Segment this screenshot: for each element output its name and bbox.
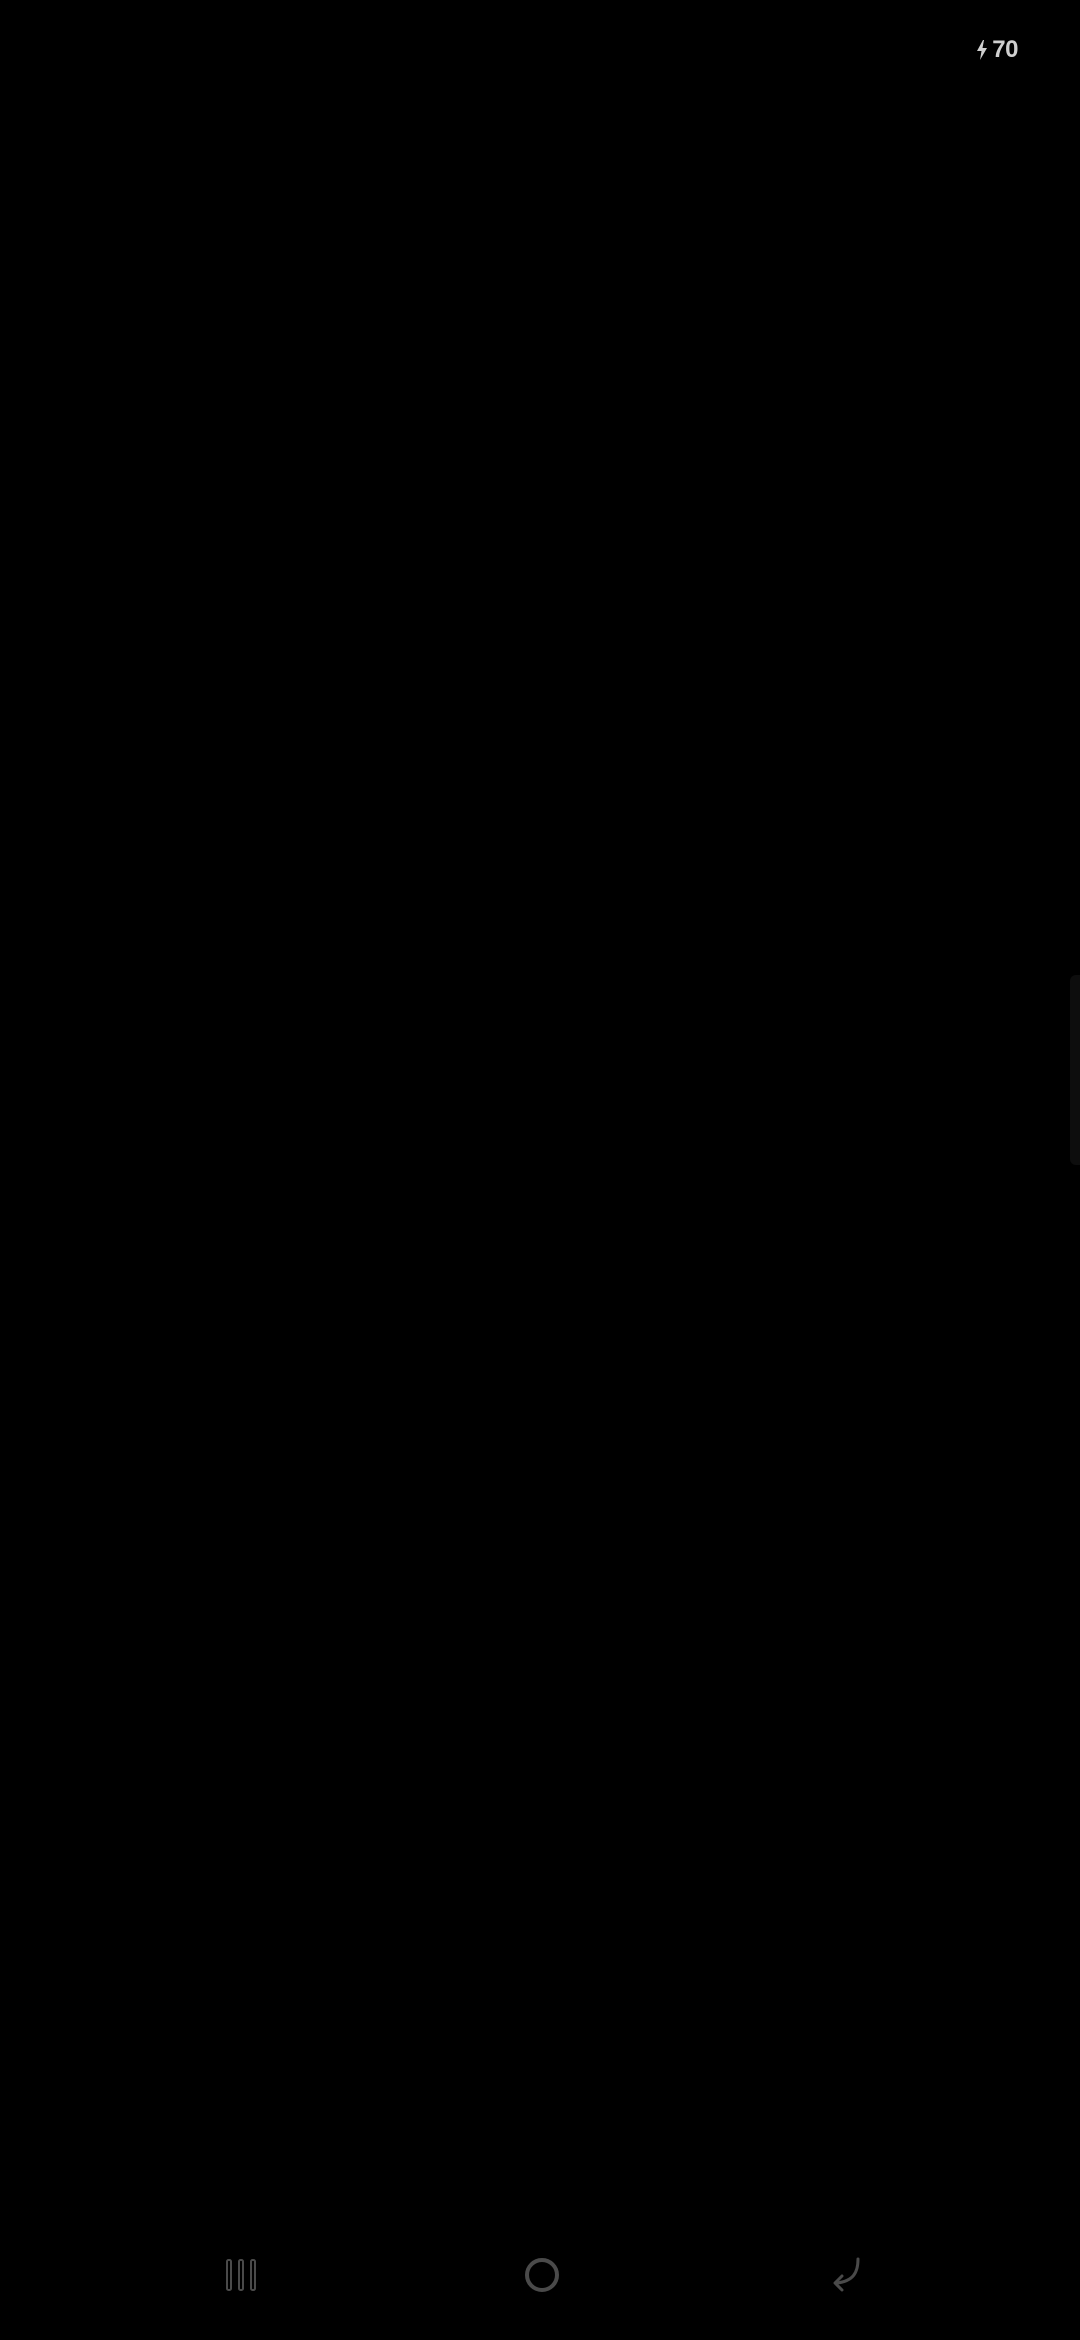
navigation-bar [0, 2214, 1080, 2340]
home-button[interactable] [497, 2244, 587, 2310]
battery-level: 70 [992, 36, 1018, 63]
back-icon [825, 2255, 865, 2300]
recents-icon [223, 2257, 259, 2298]
bolt-icon [976, 40, 988, 60]
back-button[interactable] [800, 2244, 890, 2310]
home-icon [522, 2255, 562, 2300]
status-bar: 70 [0, 0, 1080, 110]
recents-button[interactable] [196, 2244, 286, 2310]
battery-indicator: 70 [976, 36, 1018, 64]
edge-panel-handle[interactable] [1070, 975, 1080, 1165]
